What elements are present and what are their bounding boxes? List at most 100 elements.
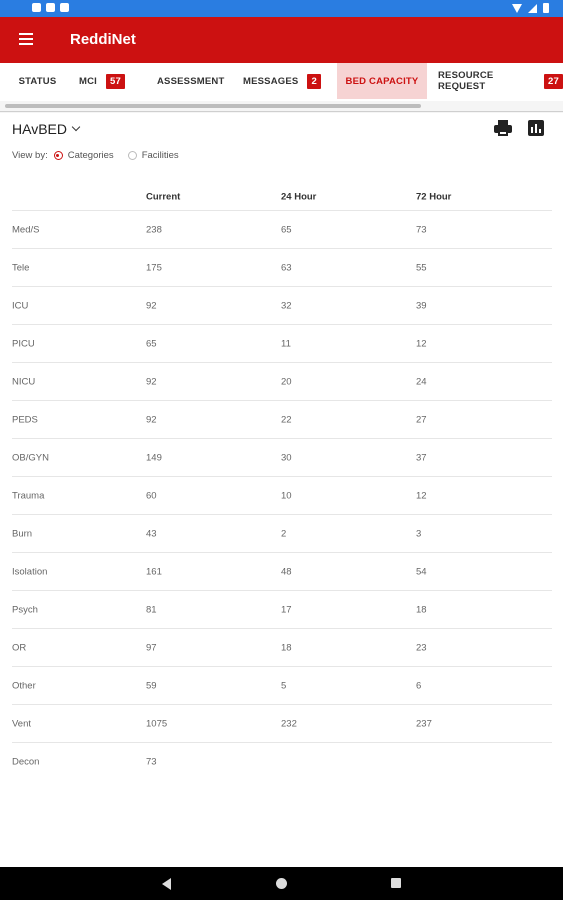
back-icon[interactable] (162, 878, 171, 890)
cell-72-hour: 27 (416, 414, 427, 425)
header-24-hour: 24 Hour (281, 191, 317, 202)
cell-current: 73 (146, 756, 157, 768)
cell-category: Isolation (12, 566, 48, 577)
cell-72-hour: 12 (416, 338, 427, 349)
table-row[interactable]: Vent 1075 232 237 (12, 705, 552, 743)
table-row[interactable]: Med/S 238 65 73 (12, 211, 552, 249)
tab-scrollbar-thumb[interactable] (5, 104, 421, 108)
cell-24-hour: 232 (281, 718, 297, 729)
radio-categories[interactable]: Categories (53, 150, 114, 161)
chevron-down-icon (71, 122, 81, 132)
table-row[interactable]: PEDS 92 22 27 (12, 401, 552, 439)
cell-category: ICU (12, 300, 29, 311)
table-row[interactable]: Isolation 161 48 54 (12, 553, 552, 591)
table-row[interactable]: Psych 81 17 18 (12, 591, 552, 629)
cell-category: PEDS (12, 414, 38, 425)
tab-resource-request[interactable]: RESOURCE REQUEST 27 (438, 63, 563, 99)
radio-label: Facilities (141, 150, 179, 161)
cell-24-hour: 10 (281, 490, 292, 501)
tab-label: MCI (79, 75, 98, 87)
radio-facilities[interactable]: Facilities (127, 150, 179, 161)
cell-72-hour: 3 (416, 528, 422, 539)
table-row[interactable]: OR 97 18 23 (12, 629, 552, 667)
view-by-selector: View by: Categories Facilities (12, 150, 179, 161)
cell-24-hour: 63 (281, 262, 292, 273)
battery-icon (543, 3, 549, 13)
header-72-hour: 72 Hour (416, 191, 452, 202)
cell-current: 92 (146, 300, 157, 311)
table-row[interactable]: Decon 73 (12, 743, 552, 781)
cell-24-hour: 2 (281, 528, 287, 539)
notification-icons (32, 3, 69, 12)
cell-24-hour: 32 (281, 300, 292, 311)
cell-category: Decon (12, 756, 40, 768)
cell-current: 97 (146, 642, 157, 653)
header-current: Current (146, 191, 181, 202)
table-row[interactable]: OB/GYN 149 30 37 (12, 439, 552, 477)
signal-icon (528, 3, 537, 13)
cell-72-hour: 12 (416, 490, 427, 501)
table-row[interactable]: Tele 175 63 55 (12, 249, 552, 287)
home-icon[interactable] (276, 878, 287, 889)
cell-category: Burn (12, 528, 33, 539)
tab-bed-capacity[interactable]: BED CAPACITY (337, 63, 427, 99)
status-bar (0, 0, 563, 17)
dropdown-label: HAvBED (12, 121, 67, 137)
tab-label: RESOURCE REQUEST (438, 70, 494, 92)
cell-72-hour: 37 (416, 452, 427, 463)
messages-count-badge: 2 (307, 73, 321, 89)
tab-assessment[interactable]: ASSESSMENT (157, 63, 224, 99)
cell-category: NICU (12, 376, 36, 387)
table-row[interactable]: ICU 92 32 39 (12, 287, 552, 325)
havbed-dropdown[interactable]: HAvBED (12, 121, 81, 137)
cell-current: 175 (146, 262, 162, 273)
print-icon[interactable] (494, 120, 512, 137)
table-row[interactable]: NICU 92 20 24 (12, 363, 552, 401)
mci-count-badge: 57 (106, 73, 125, 89)
navigation-bar (0, 867, 563, 900)
menu-icon[interactable] (19, 33, 33, 45)
radio-label: Categories (67, 150, 114, 161)
tab-label: STATUS (18, 75, 57, 87)
bar-chart-icon[interactable] (528, 120, 544, 136)
notification-icon (32, 3, 41, 12)
tab-messages[interactable]: MESSAGES 2 (243, 63, 321, 99)
cell-category: Trauma (12, 490, 45, 501)
tab-label: MESSAGES (243, 75, 299, 87)
cell-72-hour: 55 (416, 262, 427, 273)
cell-category: Psych (12, 604, 38, 615)
cell-24-hour: 65 (281, 224, 292, 235)
cell-current: 161 (146, 566, 162, 577)
cell-category: OB/GYN (12, 452, 49, 463)
table-row[interactable]: Burn 43 2 3 (12, 515, 552, 553)
tab-mci[interactable]: MCI 57 (79, 63, 125, 99)
cell-category: Other (12, 680, 36, 691)
cell-72-hour: 39 (416, 300, 427, 311)
cell-24-hour: 22 (281, 414, 292, 425)
cell-24-hour: 48 (281, 566, 292, 577)
view-by-label: View by: (12, 150, 48, 161)
resource-request-count-badge: 27 (544, 73, 563, 89)
cell-current: 1075 (146, 718, 168, 729)
cell-24-hour: 30 (281, 452, 292, 463)
table-row[interactable]: Other 59 5 6 (12, 667, 552, 705)
cell-24-hour: 18 (281, 642, 292, 653)
tab-bar: STATUS MCI 57 ASSESSMENT MESSAGES 2 BED … (0, 63, 563, 99)
cell-category: OR (12, 642, 27, 653)
radio-selected-icon (53, 151, 63, 160)
cell-category: Med/S (12, 224, 40, 235)
cell-current: 92 (146, 376, 157, 387)
tab-status[interactable]: STATUS (0, 63, 75, 99)
notification-icon (46, 3, 55, 12)
cell-24-hour: 17 (281, 604, 292, 615)
wifi-icon (512, 3, 522, 13)
recent-apps-icon[interactable] (391, 878, 401, 888)
notification-icon (60, 3, 69, 12)
cell-category: PICU (12, 338, 35, 349)
cell-72-hour: 23 (416, 642, 427, 653)
cell-current: 59 (146, 680, 157, 691)
cell-category: Vent (12, 718, 32, 729)
cell-current: 65 (146, 338, 157, 349)
table-row[interactable]: Trauma 60 10 12 (12, 477, 552, 515)
table-row[interactable]: PICU 65 11 12 (12, 325, 552, 363)
